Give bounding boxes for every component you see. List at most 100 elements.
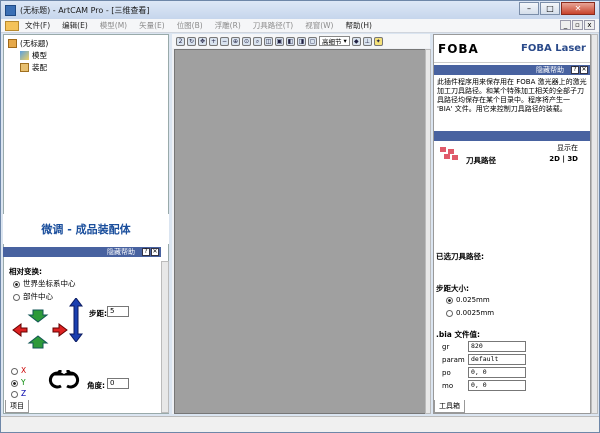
rotate-view-icon[interactable]: ↻ [187,36,196,46]
menu-edit[interactable]: 编辑(E) [56,20,94,31]
maximize-button[interactable]: □ [540,2,560,15]
axis-y-radio[interactable]: Y [11,378,26,387]
field-key: gr [442,342,450,351]
nudge-right-icon[interactable] [52,323,68,337]
mdi-close-button[interactable]: x [584,20,595,30]
menu-toolpath[interactable]: 刀具路径(T) [247,20,299,31]
project-icon [8,38,17,48]
rotate-buttons[interactable] [45,370,83,390]
radio-label: 0.0025mm [456,309,495,317]
axis-label: X [21,366,27,375]
foba-product-title: FOBA Laser [521,43,586,54]
mdi-restore-button[interactable]: ▫ [572,20,583,30]
rotate-cw-icon[interactable] [61,370,80,389]
center-scrollbar[interactable] [425,49,431,414]
hide-help-link[interactable]: 隐藏帮助 [536,65,564,75]
close-icon[interactable]: ✕ [151,248,159,256]
minimize-button[interactable]: – [519,2,539,15]
selected-toolpaths-label: 已选刀具路径: [436,252,484,261]
title-bar: (无标题) - ArtCAM Pro - [三维查看] – □ ✕ [1,1,599,19]
menu-vector[interactable]: 矢量(E) [133,20,171,31]
radio-step-0025[interactable]: 0.025mm [446,296,490,304]
close-button[interactable]: ✕ [561,2,595,15]
radio-part-center[interactable]: 部件中心 [13,291,53,302]
zoom-fit-icon[interactable]: ⊕ [231,36,240,46]
step-input[interactable]: 5 [107,306,129,317]
radio-indicator [11,379,18,387]
angle-label: 角度: [87,381,105,390]
toolpath-label: 刀具路径 [466,156,496,165]
radio-world-origin[interactable]: 世界坐标系中心 [13,278,76,289]
toolpath-icon [440,147,458,160]
app-window: (无标题) - ArtCAM Pro - [三维查看] – □ ✕ 文件(F) … [0,0,600,433]
left-scrollbar[interactable] [161,261,169,413]
iso-view-icon[interactable]: ◫ [264,36,273,46]
box-view-icon[interactable]: ▢ [308,36,317,46]
radio-indicator [13,280,20,288]
field-gr-input[interactable]: 820 [468,341,526,352]
plugin-description: 此插件程序用来保存用在 FOBA 激光器上的激光加工刀具路径。和某个特殊加工相关… [437,78,587,113]
menu-model[interactable]: 模型(M) [94,20,133,31]
help-icon[interactable]: ? [142,248,150,256]
hide-help-link[interactable]: 隐藏帮助 [107,247,135,257]
field-po-input[interactable]: 0, 0 [468,367,526,378]
nudge-down-icon[interactable] [27,335,49,349]
menu-file[interactable]: 文件(F) [19,20,56,31]
2d-view-icon[interactable]: 2 [176,36,185,46]
nudge-z-icon[interactable] [69,298,83,342]
project-tree: (无标题) 模型 装配 [8,37,48,73]
zoom-out-icon[interactable]: − [220,36,229,46]
zoom-all-icon[interactable]: ⊙ [242,36,251,46]
nudge-form: 相对变换: 世界坐标系中心 部件中心 步距: 5 X Y Z 角度: 0 [3,258,159,398]
menu-window[interactable]: 视窗(W) [299,20,339,31]
angle-input[interactable]: 0 [107,378,129,389]
light-bulb-icon[interactable]: ✦ [373,36,383,46]
model-icon [20,50,29,60]
right-scrollbar[interactable] [591,34,598,414]
tree-item-assembly[interactable]: 装配 [8,61,48,73]
shade-icon[interactable]: ◆ [351,36,361,46]
nudge-left-icon[interactable] [12,323,28,337]
tab-project[interactable]: 项目 [5,400,29,413]
close-icon[interactable]: ✕ [580,66,588,74]
nudge-up-icon[interactable] [27,309,49,323]
step-size-label: 步距大小: [436,284,469,293]
axis-x-radio[interactable]: X [11,366,26,375]
field-param-input[interactable]: default [468,354,526,365]
axes-icon[interactable]: ⊥ [362,36,372,46]
view-toolbar: 2 ↻ ✥ + − ⊕ ⊙ ⌕ ◫ ▣ ◧ ◨ ▢ 高细节 ▾ ◆ ⊥ ✦ [172,34,430,48]
zoom-window-icon[interactable]: ⌕ [253,36,262,46]
help-icon[interactable]: ? [571,66,579,74]
field-mo-input[interactable]: 0, 0 [468,380,526,391]
tab-toolbox[interactable]: 工具箱 [434,400,465,413]
right-help-bar: 隐藏帮助 ? ✕ [434,65,590,75]
front-view-icon[interactable]: ▣ [275,36,284,46]
tree-root[interactable]: (无标题) [8,37,48,49]
top-view-icon[interactable]: ◨ [297,36,306,46]
detail-select-value: 高细节 [322,38,342,46]
bia-fields: gr 820 param default po 0, 0 mo 0, 0 [438,339,526,393]
detail-select[interactable]: 高细节 ▾ [319,36,350,46]
zoom-in-icon[interactable]: + [209,36,218,46]
mdi-minimize-button[interactable]: _ [560,20,571,30]
toolpath-section: 刀具路径 显示在 2D | 3D [434,141,590,173]
pan-icon[interactable]: ✥ [198,36,207,46]
menu-help[interactable]: 帮助(H) [339,20,378,31]
nudge-arrow-pad[interactable] [9,306,71,352]
rotate-ccw-icon[interactable] [48,370,67,389]
menu-bitmap[interactable]: 位图(B) [171,20,209,31]
display-mode[interactable]: 2D | 3D [549,155,578,163]
menu-relief[interactable]: 浮雕(R) [209,20,247,31]
radio-step-00025[interactable]: 0.0025mm [446,309,494,317]
axis-label: Y [21,378,26,387]
radio-indicator [13,293,20,301]
radio-indicator [446,309,453,317]
side-view-icon[interactable]: ◧ [286,36,295,46]
tree-item-model[interactable]: 模型 [8,49,48,61]
3d-viewport[interactable] [174,49,428,414]
foba-header: FOBA FOBA Laser [434,35,590,63]
left-panel-header: 微调 - 成品装配体 [3,214,169,244]
tree-item-label: 模型 [32,50,47,60]
axis-z-radio[interactable]: Z [11,389,26,398]
tree-root-label: (无标题) [20,38,49,48]
